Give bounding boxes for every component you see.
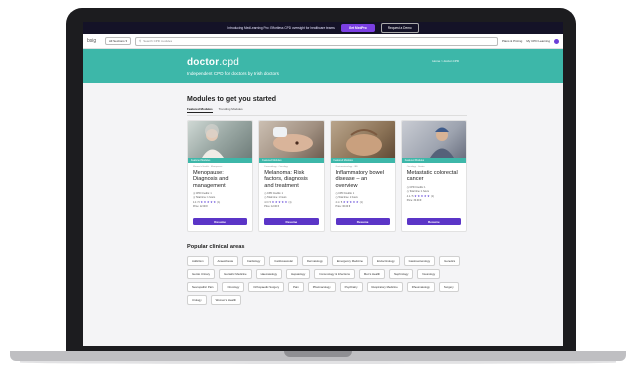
breadcrumb[interactable]: Home > doctor.CPD (432, 59, 459, 63)
module-cards: Featured Modules Women's Health · Menopa… (187, 120, 467, 232)
card-price: Price: 30.00 € (406, 199, 422, 202)
star-rating-icon: ★★★★★ (342, 200, 360, 205)
patient-photo-icon (429, 127, 454, 158)
resume-button[interactable]: Resume (264, 218, 319, 225)
clinical-area-pill[interactable]: Respiratory Medicine (366, 282, 403, 292)
module-card[interactable]: Featured Modules Dermatology · Oncology … (258, 120, 325, 232)
module-image (259, 121, 324, 158)
clinical-area-pill[interactable]: Rheumatology (406, 282, 435, 292)
module-tabs: Featured Modules Trending Modules (187, 107, 467, 116)
clinical-area-pill[interactable]: Orthopaedic Surgery (248, 282, 285, 292)
request-demo-button[interactable]: Request a Demo (380, 23, 419, 33)
clinical-area-pill[interactable]: Geriatric Medicine (219, 269, 252, 279)
tab-trending[interactable]: Trending Modules (219, 107, 243, 113)
clinical-area-pill[interactable]: Nephrology (389, 269, 414, 279)
get-medpro-button[interactable]: Get MedPro (340, 24, 375, 32)
clinical-area-pill[interactable]: Pain (288, 282, 304, 292)
card-price: Price: 30.00 € (335, 205, 351, 209)
clinical-area-pill[interactable]: Women's Health (210, 295, 242, 305)
clinical-area-pill[interactable]: Neuropathic Pain (187, 282, 219, 292)
woman-photo-icon (202, 124, 224, 158)
clinical-area-pill[interactable]: Addiction (187, 256, 209, 266)
clinical-area-pill[interactable]: Genito Urinary (187, 269, 216, 279)
clinical-area-pill[interactable]: Genetics (439, 256, 461, 266)
module-card[interactable]: Featured Modules Women's Health · Menopa… (187, 120, 254, 232)
clinical-area-pill[interactable]: Pharmacology (307, 282, 336, 292)
clinical-area-pill[interactable]: Haematology (255, 269, 283, 279)
module-image (188, 121, 253, 158)
clinical-area-pill[interactable]: Endocrinology (371, 256, 400, 266)
clinical-areas-heading: Popular clinical areas (187, 244, 245, 250)
resume-button[interactable]: Resume (406, 218, 461, 225)
resume-button[interactable]: Resume (335, 218, 390, 225)
hero-tagline: Independent CPD for doctors by Irish doc… (187, 71, 279, 76)
clinical-area-pill[interactable]: Psychiatry (339, 282, 363, 292)
module-image (401, 121, 466, 158)
announcement-text: Introducing MedLearning Pro: Effortless … (227, 26, 335, 30)
announcement-bar: Introducing MedLearning Pro: Effortless … (83, 22, 563, 34)
clinical-area-pill[interactable]: Men's Health (358, 269, 386, 279)
my-cpd-link[interactable]: My CPD Learning (526, 39, 550, 43)
clinical-area-pill[interactable]: Gastroenterology (403, 256, 436, 266)
modules-heading: Modules to get you started (187, 96, 277, 103)
clinical-area-pill[interactable]: Oncology (222, 282, 245, 292)
module-card[interactable]: Featured Modules Oncology · Gastro Metas… (400, 120, 467, 232)
clinical-area-pill[interactable]: Cardiovascular (269, 256, 298, 266)
resume-button[interactable]: Resume (193, 218, 248, 225)
logo-rest: .cpd (219, 57, 240, 68)
clinical-area-pill[interactable]: Emergency Medicine (331, 256, 368, 266)
star-rating-icon: ★★★★★ (414, 194, 431, 198)
clinical-area-pill[interactable]: Hepatology (286, 269, 311, 279)
tab-featured[interactable]: Featured Modules (187, 107, 213, 113)
scope-label: All Sections (109, 39, 125, 43)
clinical-area-pill[interactable]: Immunology & Infections (314, 269, 355, 279)
card-title[interactable]: Menopause: Diagnosis and management (193, 170, 247, 189)
star-rating-icon: ★★★★★ (271, 200, 288, 205)
card-price: Price: 12.00 € (193, 205, 208, 209)
hero-banner: doctor.cpd Independent CPD for doctors b… (83, 49, 563, 83)
site-logo[interactable]: doctor.cpd (187, 57, 239, 68)
abdomen-photo-icon (345, 129, 382, 156)
laptop-notch (284, 351, 352, 357)
clinical-area-pill[interactable]: Surgery (438, 282, 459, 292)
clinical-area-pill[interactable]: Urology (187, 295, 207, 305)
card-title[interactable]: Metastatic colorectal cancer (407, 170, 461, 183)
card-title[interactable]: Inflammatory bowel disease – an overview (336, 170, 390, 189)
nav-brand[interactable]: bsig (87, 38, 101, 44)
chevron-down-icon: ▾ (125, 39, 128, 43)
card-meta: Women's Health · Menopause (193, 166, 223, 168)
clinical-area-pill[interactable]: Anaesthesia (212, 256, 238, 266)
search-input[interactable]: ⚲ Search CPD modules (135, 36, 498, 46)
clinical-area-list: Addiction Anaesthesia Cardiology Cardiovasc… (187, 256, 467, 305)
logo-bold: doctor (187, 57, 220, 68)
module-card[interactable]: Featured Modules Gastroenterology · IBD … (329, 120, 396, 232)
star-rating-icon: ★★★★★ (200, 200, 217, 205)
scope-dropdown[interactable]: All Sections ▾ (105, 37, 132, 45)
skin-exam-photo-icon (273, 127, 314, 152)
top-nav: bsig All Sections ▾ ⚲ Search CPD modules… (83, 34, 563, 49)
clinical-area-pill[interactable]: Cardiology (241, 256, 266, 266)
avatar[interactable] (554, 38, 559, 44)
pricing-link[interactable]: Plans & Pricing (502, 39, 522, 43)
card-meta: Oncology · Gastro (406, 166, 425, 168)
search-placeholder: Search CPD modules (143, 39, 173, 43)
clinical-areas-section: Popular clinical areas Addiction Anaesthe… (187, 244, 467, 305)
card-title[interactable]: Melanoma: Risk factors, diagnosis and tr… (264, 170, 318, 189)
card-meta: Gastroenterology · IBD (335, 166, 358, 168)
clinical-area-pill[interactable]: Dermatology (301, 256, 328, 266)
laptop-shadow (20, 361, 616, 364)
card-price: Price: 12.00 € (264, 205, 280, 209)
card-meta: Dermatology · Oncology (264, 166, 288, 168)
clinical-area-pill[interactable]: Neurology (417, 269, 441, 279)
search-icon: ⚲ (139, 39, 142, 43)
modules-section: Modules to get you started Featured Modu… (187, 96, 467, 232)
module-image (330, 121, 395, 158)
